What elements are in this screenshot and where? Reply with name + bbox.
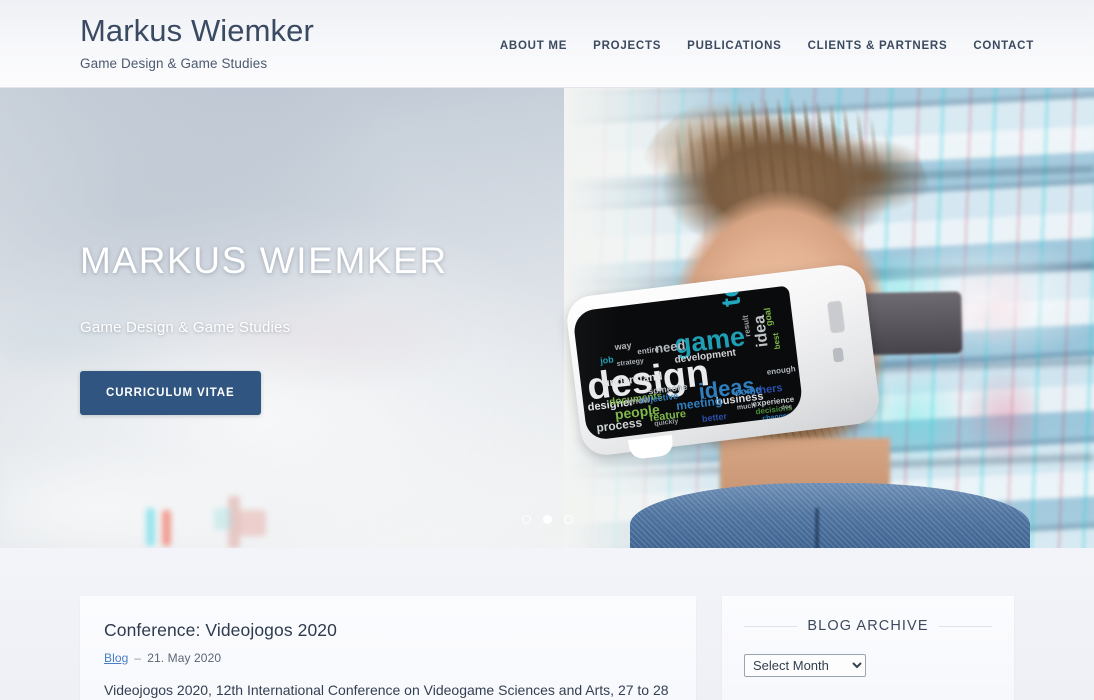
widget-rule-right (938, 625, 992, 627)
site-header: Markus Wiemker Game Design & Game Studie… (0, 0, 1094, 88)
widget-rule-left (744, 625, 798, 627)
post-meta: Blog – 21. May 2020 (104, 651, 672, 665)
archive-month-select[interactable]: Select Month (744, 654, 866, 677)
brand[interactable]: Markus Wiemker Game Design & Game Studie… (80, 10, 314, 73)
hero-slider: designgameteamideasdevelopmentpeopleproc… (0, 88, 1094, 548)
vr-screen-word-cloud: designgameteamideasdevelopmentpeopleproc… (572, 285, 805, 442)
site-tagline: Game Design & Game Studies (80, 56, 268, 71)
widget-title-text: Blog Archive (807, 618, 929, 634)
foreground-object-cyan (146, 508, 155, 546)
nav-item-clients-partners[interactable]: Clients & Partners (808, 40, 948, 52)
hero-title: MARKUS WIEMKER (80, 240, 448, 281)
vr-button (832, 347, 845, 363)
slider-dot-2[interactable] (542, 515, 552, 524)
widget-title-blog-archive: Blog Archive (744, 618, 992, 634)
word-cloud-term: process (595, 415, 643, 435)
word-cloud-term: better (701, 410, 728, 424)
word-cloud-term: much (736, 402, 756, 412)
post-excerpt: Videojogos 2020, 12th International Conf… (104, 682, 669, 698)
hero-content: MARKUS WIEMKER Game Design & Game Studie… (80, 238, 580, 415)
shirt-seam (815, 508, 819, 548)
post-title[interactable]: Conference: Videojogos 2020 (104, 618, 672, 642)
curriculum-vitae-button[interactable]: Curriculum Vitae (80, 371, 261, 415)
post-category-link[interactable]: Blog (104, 651, 128, 665)
nav-item-contact[interactable]: Contact (973, 40, 1034, 52)
hair-texture (630, 88, 930, 202)
main-navigation: About Me Projects Publications Clients &… (500, 40, 1034, 52)
slider-dot-1[interactable] (521, 515, 531, 524)
post-date: 21. May 2020 (147, 651, 222, 665)
word-cloud-term: enough (766, 364, 797, 377)
nav-item-projects[interactable]: Projects (593, 40, 661, 52)
nav-item-about-me[interactable]: About Me (500, 40, 567, 52)
site-title: Markus Wiemker (80, 13, 314, 48)
word-cloud-term: job (599, 354, 615, 366)
sidebar: Blog Archive Select Month (722, 596, 1014, 700)
content-area: Conference: Videojogos 2020 Blog – 21. M… (0, 548, 1094, 700)
word-cloud-term: quickly (653, 417, 679, 428)
slider-pagination (0, 515, 1094, 524)
word-cloud-term: best (771, 332, 783, 350)
post-meta-separator: – (134, 651, 142, 665)
slider-dot-3[interactable] (563, 515, 573, 524)
content-wrapper: Conference: Videojogos 2020 Blog – 21. M… (80, 596, 1014, 700)
hero-subtitle: Game Design & Game Studies (80, 319, 291, 336)
word-cloud-term: goal (761, 307, 775, 327)
nav-item-publications[interactable]: Publications (687, 40, 781, 52)
blog-post-card: Conference: Videojogos 2020 Blog – 21. M… (80, 596, 696, 700)
word-cloud-term: way (614, 340, 633, 353)
